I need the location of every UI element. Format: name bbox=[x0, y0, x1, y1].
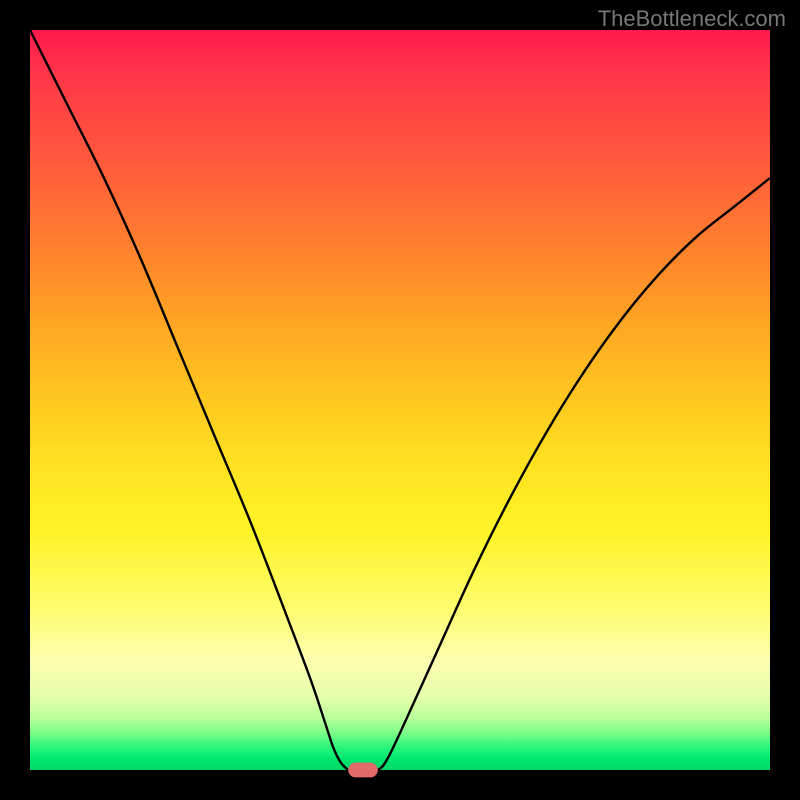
right-curve bbox=[378, 178, 770, 770]
curve-layer bbox=[30, 30, 770, 770]
watermark-text: TheBottleneck.com bbox=[598, 6, 786, 32]
bottleneck-marker bbox=[348, 763, 378, 778]
left-curve bbox=[30, 30, 348, 770]
chart-frame: TheBottleneck.com bbox=[0, 0, 800, 800]
